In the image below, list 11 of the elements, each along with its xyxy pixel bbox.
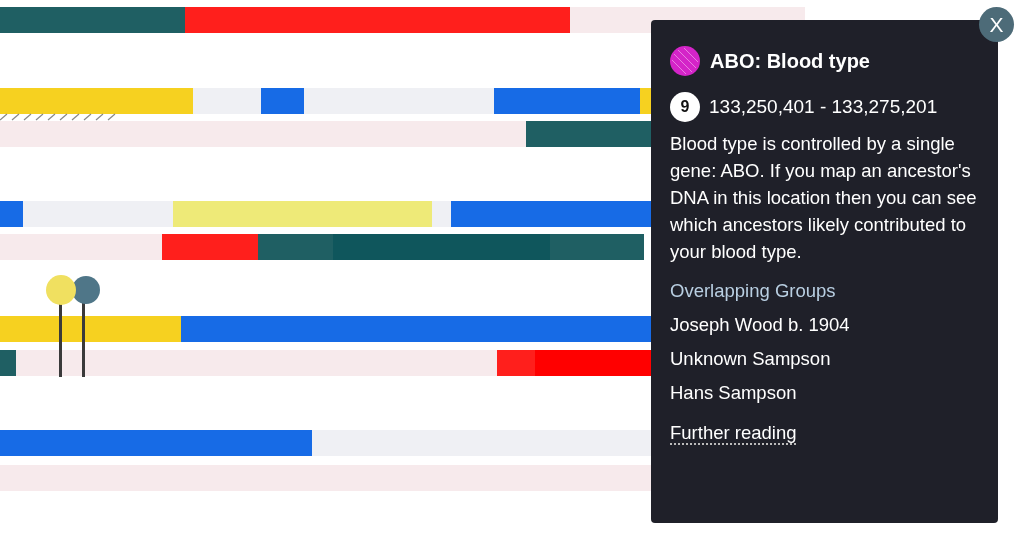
gene-dot-icon xyxy=(670,46,700,76)
further-reading-link[interactable]: Further reading xyxy=(670,422,797,445)
section-heading: Overlapping Groups xyxy=(670,280,837,302)
chromosome-badge: 9 xyxy=(670,92,700,122)
group-name: Unknown Sampson xyxy=(670,348,832,370)
close-button[interactable]: X xyxy=(979,7,1014,42)
position-range: 133,250,401 - 133,275,201 xyxy=(709,96,938,118)
group-name: Hans Sampson xyxy=(670,382,798,404)
description-text: Blood type is controlled by a single gene: ABO. If you map an ancestor's DNA in this location then you can see which ancestors likely contributed to your blood type. xyxy=(670,132,978,264)
group-name: Joseph Wood b. 1904 xyxy=(670,314,851,336)
gene-title: ABO: Blood type xyxy=(710,49,870,73)
